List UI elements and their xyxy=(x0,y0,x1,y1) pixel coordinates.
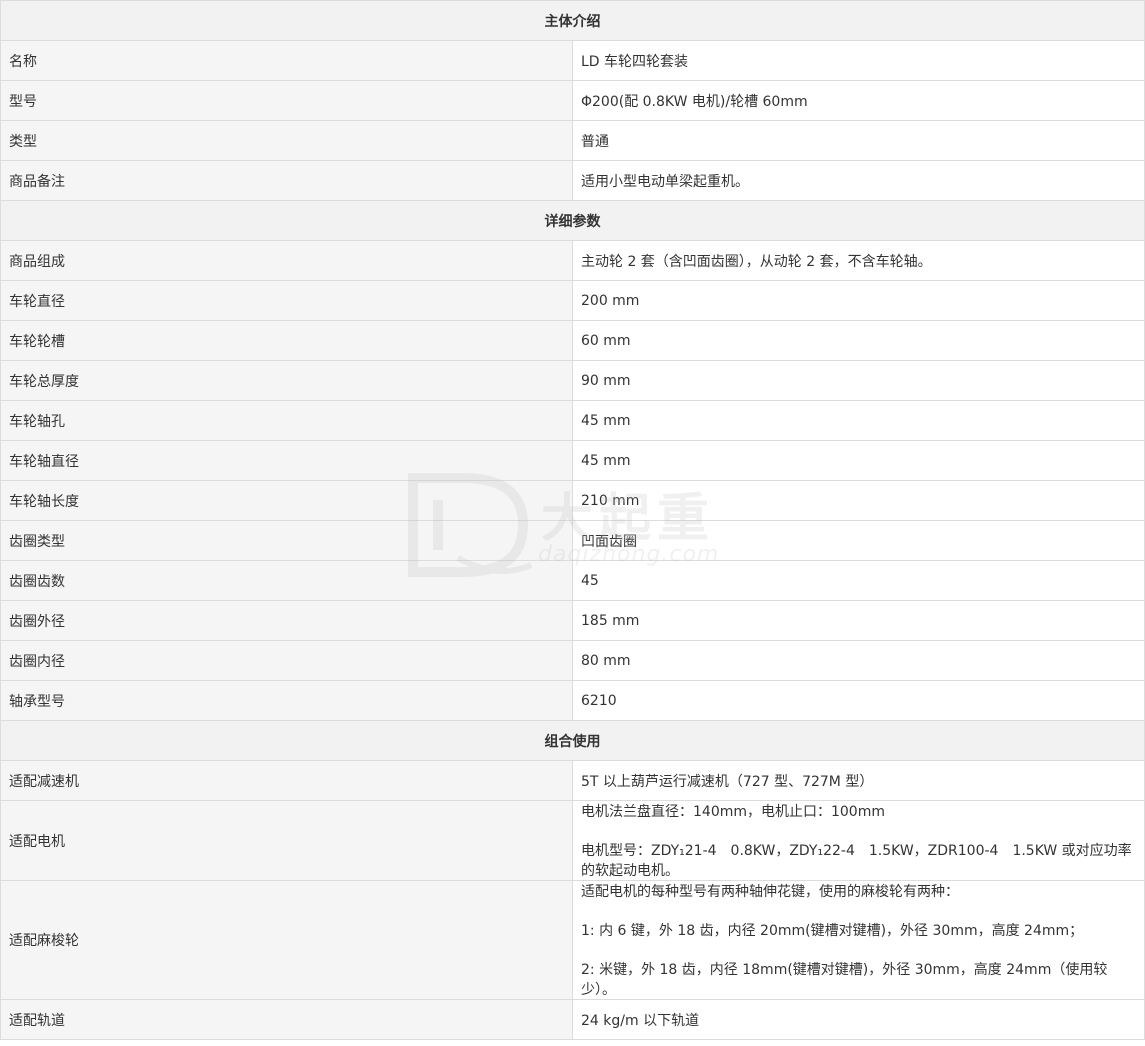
row-value: 45 xyxy=(572,560,1145,601)
row-value-line: 60 mm xyxy=(581,332,631,349)
row-value: LD 车轮四轮套装 xyxy=(572,40,1145,81)
spec-table-body: 主体介绍 名称 LD 车轮四轮套装 型号 Φ200(配 0.8KW 电机)/轮槽 60m… xyxy=(0,0,1145,1040)
row-value: 24 kg/m 以下轨道 xyxy=(572,999,1145,1040)
row-value: 凹面齿圈 xyxy=(572,520,1145,561)
row-value-line: 210 mm xyxy=(581,492,640,509)
table-row: 适配麻梭轮 适配电机的每种型号有两种轴伸花键，使用的麻梭轮有两种： 1: 内 6 键… xyxy=(0,880,1145,1000)
table-row: 类型 普通 xyxy=(0,120,1145,161)
row-label: 型号 xyxy=(0,80,573,121)
table-row: 车轮轴长度 210 mm xyxy=(0,480,1145,521)
row-label: 商品组成 xyxy=(0,240,573,281)
table-row: 齿圈类型 凹面齿圈 xyxy=(0,520,1145,561)
row-label: 车轮轴孔 xyxy=(0,400,573,441)
row-label: 商品备注 xyxy=(0,160,573,201)
row-label: 适配麻梭轮 xyxy=(0,880,573,1000)
row-value-line: 24 kg/m 以下轨道 xyxy=(581,1012,700,1029)
table-row: 车轮轴孔 45 mm xyxy=(0,400,1145,441)
table-row: 车轮直径 200 mm xyxy=(0,280,1145,321)
row-label: 车轮总厚度 xyxy=(0,360,573,401)
row-value-line: 适配电机的每种型号有两种轴伸花键，使用的麻梭轮有两种： xyxy=(581,884,959,900)
row-value: 60 mm xyxy=(572,320,1145,361)
table-row: 齿圈齿数 45 xyxy=(0,560,1145,601)
row-label: 适配减速机 xyxy=(0,760,573,801)
table-row: 车轮轮槽 60 mm xyxy=(0,320,1145,361)
row-value-line: 45 xyxy=(581,572,599,589)
row-label: 车轮轴直径 xyxy=(0,440,573,481)
row-value-line: 适用小型电动单梁起重机。 xyxy=(581,173,749,190)
table-row: 轴承型号 6210 xyxy=(0,680,1145,721)
row-label: 车轮轮槽 xyxy=(0,320,573,361)
row-value: 普通 xyxy=(572,120,1145,161)
row-value: 45 mm xyxy=(572,400,1145,441)
row-value-line: 2: 米键，外 18 齿，内径 18mm(键槽对键槽)，外径 30mm，高度 2… xyxy=(581,962,1108,998)
row-value-line: 80 mm xyxy=(581,652,631,669)
table-row: 型号 Φ200(配 0.8KW 电机)/轮槽 60mm xyxy=(0,80,1145,121)
table-row: 适配电机 电机法兰盘直径：140mm，电机止口：100mm 电机型号：ZDY₁21-… xyxy=(0,800,1145,881)
row-label: 齿圈内径 xyxy=(0,640,573,681)
row-label: 车轮直径 xyxy=(0,280,573,321)
row-value: 主动轮 2 套（含凹面齿圈），从动轮 2 套，不含车轮轴。 xyxy=(572,240,1145,281)
row-value-line: 电机法兰盘直径：140mm，电机止口：100mm xyxy=(581,804,885,820)
row-value-line: 6210 xyxy=(581,692,617,709)
row-value-line: 185 mm xyxy=(581,612,640,629)
row-value-line: 5T 以上葫芦运行减速机（727 型、727M 型） xyxy=(581,773,874,790)
table-row: 车轮轴直径 45 mm xyxy=(0,440,1145,481)
row-value-line: 45 mm xyxy=(581,412,631,429)
row-value: 80 mm xyxy=(572,640,1145,681)
section-header: 主体介绍 xyxy=(0,0,1145,41)
row-label: 齿圈齿数 xyxy=(0,560,573,601)
table-row: 名称 LD 车轮四轮套装 xyxy=(0,40,1145,81)
table-row: 适配减速机 5T 以上葫芦运行减速机（727 型、727M 型） xyxy=(0,760,1145,801)
row-value-line: Φ200(配 0.8KW 电机)/轮槽 60mm xyxy=(581,93,808,110)
row-label: 类型 xyxy=(0,120,573,161)
row-value: 200 mm xyxy=(572,280,1145,321)
row-value: 90 mm xyxy=(572,360,1145,401)
row-label: 齿圈类型 xyxy=(0,520,573,561)
table-row: 齿圈内径 80 mm xyxy=(0,640,1145,681)
row-value-line: 凹面齿圈 xyxy=(581,533,637,550)
row-value: 210 mm xyxy=(572,480,1145,521)
row-value: 185 mm xyxy=(572,600,1145,641)
row-value-line: 主动轮 2 套（含凹面齿圈），从动轮 2 套，不含车轮轴。 xyxy=(581,253,932,270)
row-value: 5T 以上葫芦运行减速机（727 型、727M 型） xyxy=(572,760,1145,801)
section-header: 详细参数 xyxy=(0,200,1145,241)
section-title: 组合使用 xyxy=(0,720,1145,761)
table-row: 商品组成 主动轮 2 套（含凹面齿圈），从动轮 2 套，不含车轮轴。 xyxy=(0,240,1145,281)
section-title: 主体介绍 xyxy=(0,0,1145,41)
section-title: 详细参数 xyxy=(0,200,1145,241)
row-value: 适用小型电动单梁起重机。 xyxy=(572,160,1145,201)
row-value: Φ200(配 0.8KW 电机)/轮槽 60mm xyxy=(572,80,1145,121)
table-row: 车轮总厚度 90 mm xyxy=(0,360,1145,401)
row-label: 适配电机 xyxy=(0,800,573,881)
row-value-line: 45 mm xyxy=(581,452,631,469)
row-value: 电机法兰盘直径：140mm，电机止口：100mm 电机型号：ZDY₁21-4 0.… xyxy=(572,800,1145,881)
table-row: 适配轨道 24 kg/m 以下轨道 xyxy=(0,999,1145,1040)
table-row: 齿圈外径 185 mm xyxy=(0,600,1145,641)
row-value: 适配电机的每种型号有两种轴伸花键，使用的麻梭轮有两种： 1: 内 6 键，外 18… xyxy=(572,880,1145,1000)
table-row: 商品备注 适用小型电动单梁起重机。 xyxy=(0,160,1145,201)
row-value-line: 200 mm xyxy=(581,292,640,309)
spec-table: 主体介绍 名称 LD 车轮四轮套装 型号 Φ200(配 0.8KW 电机)/轮槽 60m… xyxy=(0,0,1145,1040)
row-label: 名称 xyxy=(0,40,573,81)
row-label: 车轮轴长度 xyxy=(0,480,573,521)
row-value-line: LD 车轮四轮套装 xyxy=(581,53,689,70)
row-value-line: 普通 xyxy=(581,133,609,150)
row-label: 齿圈外径 xyxy=(0,600,573,641)
row-value: 6210 xyxy=(572,680,1145,721)
row-label: 适配轨道 xyxy=(0,999,573,1040)
row-value-line: 电机型号：ZDY₁21-4 0.8KW，ZDY₁22-4 1.5KW，ZDR10… xyxy=(581,843,1132,879)
row-value-line: 1: 内 6 键，外 18 齿，内径 20mm(键槽对键槽)，外径 30mm，高… xyxy=(581,923,1084,939)
row-label: 轴承型号 xyxy=(0,680,573,721)
row-value-line: 90 mm xyxy=(581,372,631,389)
section-header: 组合使用 xyxy=(0,720,1145,761)
row-value: 45 mm xyxy=(572,440,1145,481)
